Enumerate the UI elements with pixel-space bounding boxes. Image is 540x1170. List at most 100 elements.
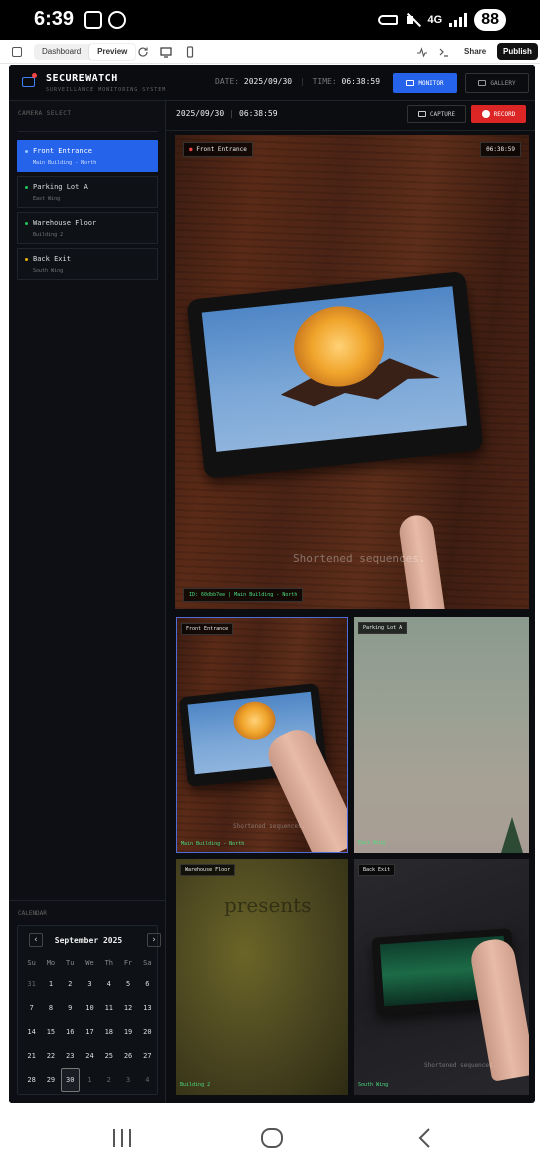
camera-location: Building 2 bbox=[33, 232, 64, 238]
camera-icon bbox=[417, 111, 426, 117]
main-datetime: 2025/09/30 | 06:38:59 bbox=[176, 109, 278, 118]
monitor-button[interactable]: MONITOR bbox=[393, 73, 457, 93]
tab-dashboard[interactable]: Dashboard bbox=[34, 44, 89, 60]
camera-item-warehouse-floor[interactable]: Warehouse Floor Building 2 bbox=[17, 212, 158, 244]
mobile-icon[interactable] bbox=[184, 46, 196, 58]
calendar-grid: Su Mo Tu We Th Fr Sa 31 1 2 3 4 5 6 7 8 9 10 11 12 13 14 15 16 1… bbox=[22, 954, 157, 1092]
calendar-day[interactable]: 29 bbox=[41, 1068, 60, 1092]
app-header: SECUREWATCH SURVEILLANCE MONITORING SYST… bbox=[9, 65, 535, 101]
tab-preview[interactable]: Preview bbox=[89, 44, 136, 60]
next-month-button[interactable]: › bbox=[147, 933, 161, 947]
calendar-day[interactable]: 10 bbox=[80, 996, 99, 1020]
calendar-day[interactable]: 9 bbox=[61, 996, 80, 1020]
share-button[interactable]: Share bbox=[458, 44, 492, 59]
calendar-day[interactable]: 5 bbox=[118, 972, 137, 996]
main-panel: 2025/09/30 | 06:38:59 CAPTURE RECORD Short… bbox=[166, 101, 535, 1103]
calendar-day[interactable]: 3 bbox=[80, 972, 99, 996]
calendar-day[interactable]: 2 bbox=[99, 1068, 118, 1092]
prev-month-button[interactable]: ‹ bbox=[29, 933, 43, 947]
feed-title-tag: ● Front Entrance bbox=[183, 142, 253, 157]
calendar-day-selected[interactable]: 30 bbox=[60, 1068, 80, 1092]
calendar-day[interactable]: 7 bbox=[22, 996, 41, 1020]
feed-screen bbox=[201, 286, 467, 452]
thumb-title: Parking Lot A bbox=[358, 622, 408, 634]
calendar-day[interactable]: 1 bbox=[41, 972, 60, 996]
calendar-day[interactable]: 3 bbox=[118, 1068, 137, 1092]
calendar-day[interactable]: 20 bbox=[138, 1020, 157, 1044]
recent-apps-icon[interactable] bbox=[111, 1128, 133, 1148]
calendar-day[interactable]: 23 bbox=[61, 1044, 80, 1068]
back-icon[interactable] bbox=[416, 1127, 432, 1149]
status-dot-icon bbox=[25, 258, 28, 261]
status-bar: 6:39 4G 88 bbox=[0, 0, 540, 40]
calendar-day[interactable]: 17 bbox=[80, 1020, 99, 1044]
calendar-day[interactable]: 31 bbox=[22, 972, 41, 996]
calendar-day[interactable]: 18 bbox=[99, 1020, 118, 1044]
home-icon[interactable] bbox=[260, 1127, 284, 1149]
gallery-button[interactable]: GALLERY bbox=[465, 73, 529, 93]
camera-location: South Wing bbox=[33, 268, 64, 274]
calendar-day[interactable]: 6 bbox=[138, 972, 157, 996]
calendar-day[interactable]: 12 bbox=[118, 996, 137, 1020]
calendar-day[interactable]: 14 bbox=[22, 1020, 41, 1044]
feed-watermark: Shortened sequences. bbox=[293, 552, 426, 565]
thumbnail-warehouse-floor[interactable]: presents Warehouse Floor Building 2 bbox=[176, 859, 348, 1095]
camera-name: Back Exit bbox=[33, 255, 71, 263]
activity-icon[interactable] bbox=[416, 46, 428, 58]
divider bbox=[166, 130, 535, 131]
thumbnail-back-exit[interactable]: Shortened sequences. Back Exit South Win… bbox=[354, 859, 529, 1095]
camera-logo-icon bbox=[22, 77, 35, 87]
calendar-day[interactable]: 8 bbox=[41, 996, 60, 1020]
calendar-day[interactable]: 11 bbox=[99, 996, 118, 1020]
record-button[interactable]: RECORD bbox=[471, 105, 526, 123]
camera-item-front-entrance[interactable]: Front Entrance Main Building - North bbox=[17, 140, 158, 172]
weekday-label: Tu bbox=[65, 959, 75, 967]
record-dot-icon bbox=[481, 110, 490, 118]
tree-shape bbox=[501, 817, 523, 853]
calendar-day[interactable]: 4 bbox=[99, 972, 118, 996]
divider bbox=[18, 131, 158, 132]
calendar-day[interactable]: 4 bbox=[138, 1068, 157, 1092]
thumb-watermark: Shortened sequences. bbox=[233, 823, 306, 830]
feed-title: Front Entrance bbox=[196, 146, 247, 153]
weekday-label: Su bbox=[27, 959, 36, 967]
calendar-day[interactable]: 22 bbox=[41, 1044, 60, 1068]
time-value: 06:38:59 bbox=[341, 77, 381, 86]
calendar-day[interactable]: 25 bbox=[99, 1044, 118, 1068]
thumbnail-front-entrance[interactable]: Shortened sequences. Front Entrance Main… bbox=[176, 617, 348, 853]
calendar-day[interactable]: 19 bbox=[118, 1020, 137, 1044]
calendar-day[interactable]: 21 bbox=[22, 1044, 41, 1068]
capture-button[interactable]: CAPTURE bbox=[407, 105, 466, 123]
refresh-icon[interactable] bbox=[137, 46, 149, 58]
calendar-day[interactable]: 13 bbox=[138, 996, 157, 1020]
camera-name: Warehouse Floor bbox=[33, 219, 97, 227]
publish-button[interactable]: Publish bbox=[497, 43, 538, 60]
vpn-key-icon bbox=[377, 15, 398, 25]
thumb-title: Warehouse Floor bbox=[180, 864, 236, 876]
thumbnail-parking-lot-a[interactable]: Parking Lot A East Wing bbox=[354, 617, 529, 853]
calendar-day[interactable]: 27 bbox=[138, 1044, 157, 1068]
desktop-icon[interactable] bbox=[160, 46, 172, 58]
calendar-day[interactable]: 15 bbox=[41, 1020, 60, 1044]
thumb-title: Back Exit bbox=[358, 864, 396, 876]
status-dot-icon bbox=[25, 150, 28, 153]
calendar-day[interactable]: 24 bbox=[80, 1044, 99, 1068]
primary-camera-feed[interactable]: Shortened sequences. ● Front Entrance 06… bbox=[175, 135, 529, 609]
monitor-label: MONITOR bbox=[418, 79, 444, 87]
calendar-day[interactable]: 28 bbox=[22, 1068, 41, 1092]
weekday-label: Th bbox=[104, 959, 113, 967]
status-time: 6:39 bbox=[34, 8, 75, 30]
camera-item-back-exit[interactable]: Back Exit South Wing bbox=[17, 248, 158, 280]
terminal-icon[interactable] bbox=[438, 46, 450, 58]
calendar-day[interactable]: 2 bbox=[61, 972, 80, 996]
monitor-icon bbox=[406, 80, 415, 86]
securewatch-app: SECUREWATCH SURVEILLANCE MONITORING SYST… bbox=[9, 65, 535, 1103]
calendar-day[interactable]: 26 bbox=[118, 1044, 137, 1068]
calendar-day[interactable]: 1 bbox=[80, 1068, 99, 1092]
camera-item-parking-lot-a[interactable]: Parking Lot A East Wing bbox=[17, 176, 158, 208]
sidebar-toggle-icon[interactable] bbox=[12, 47, 22, 57]
calendar-day[interactable]: 16 bbox=[61, 1020, 80, 1044]
thumb-location: Building 2 bbox=[180, 1082, 211, 1088]
camera-select-heading: CAMERA SELECT bbox=[18, 110, 72, 117]
feed-image bbox=[186, 270, 484, 480]
